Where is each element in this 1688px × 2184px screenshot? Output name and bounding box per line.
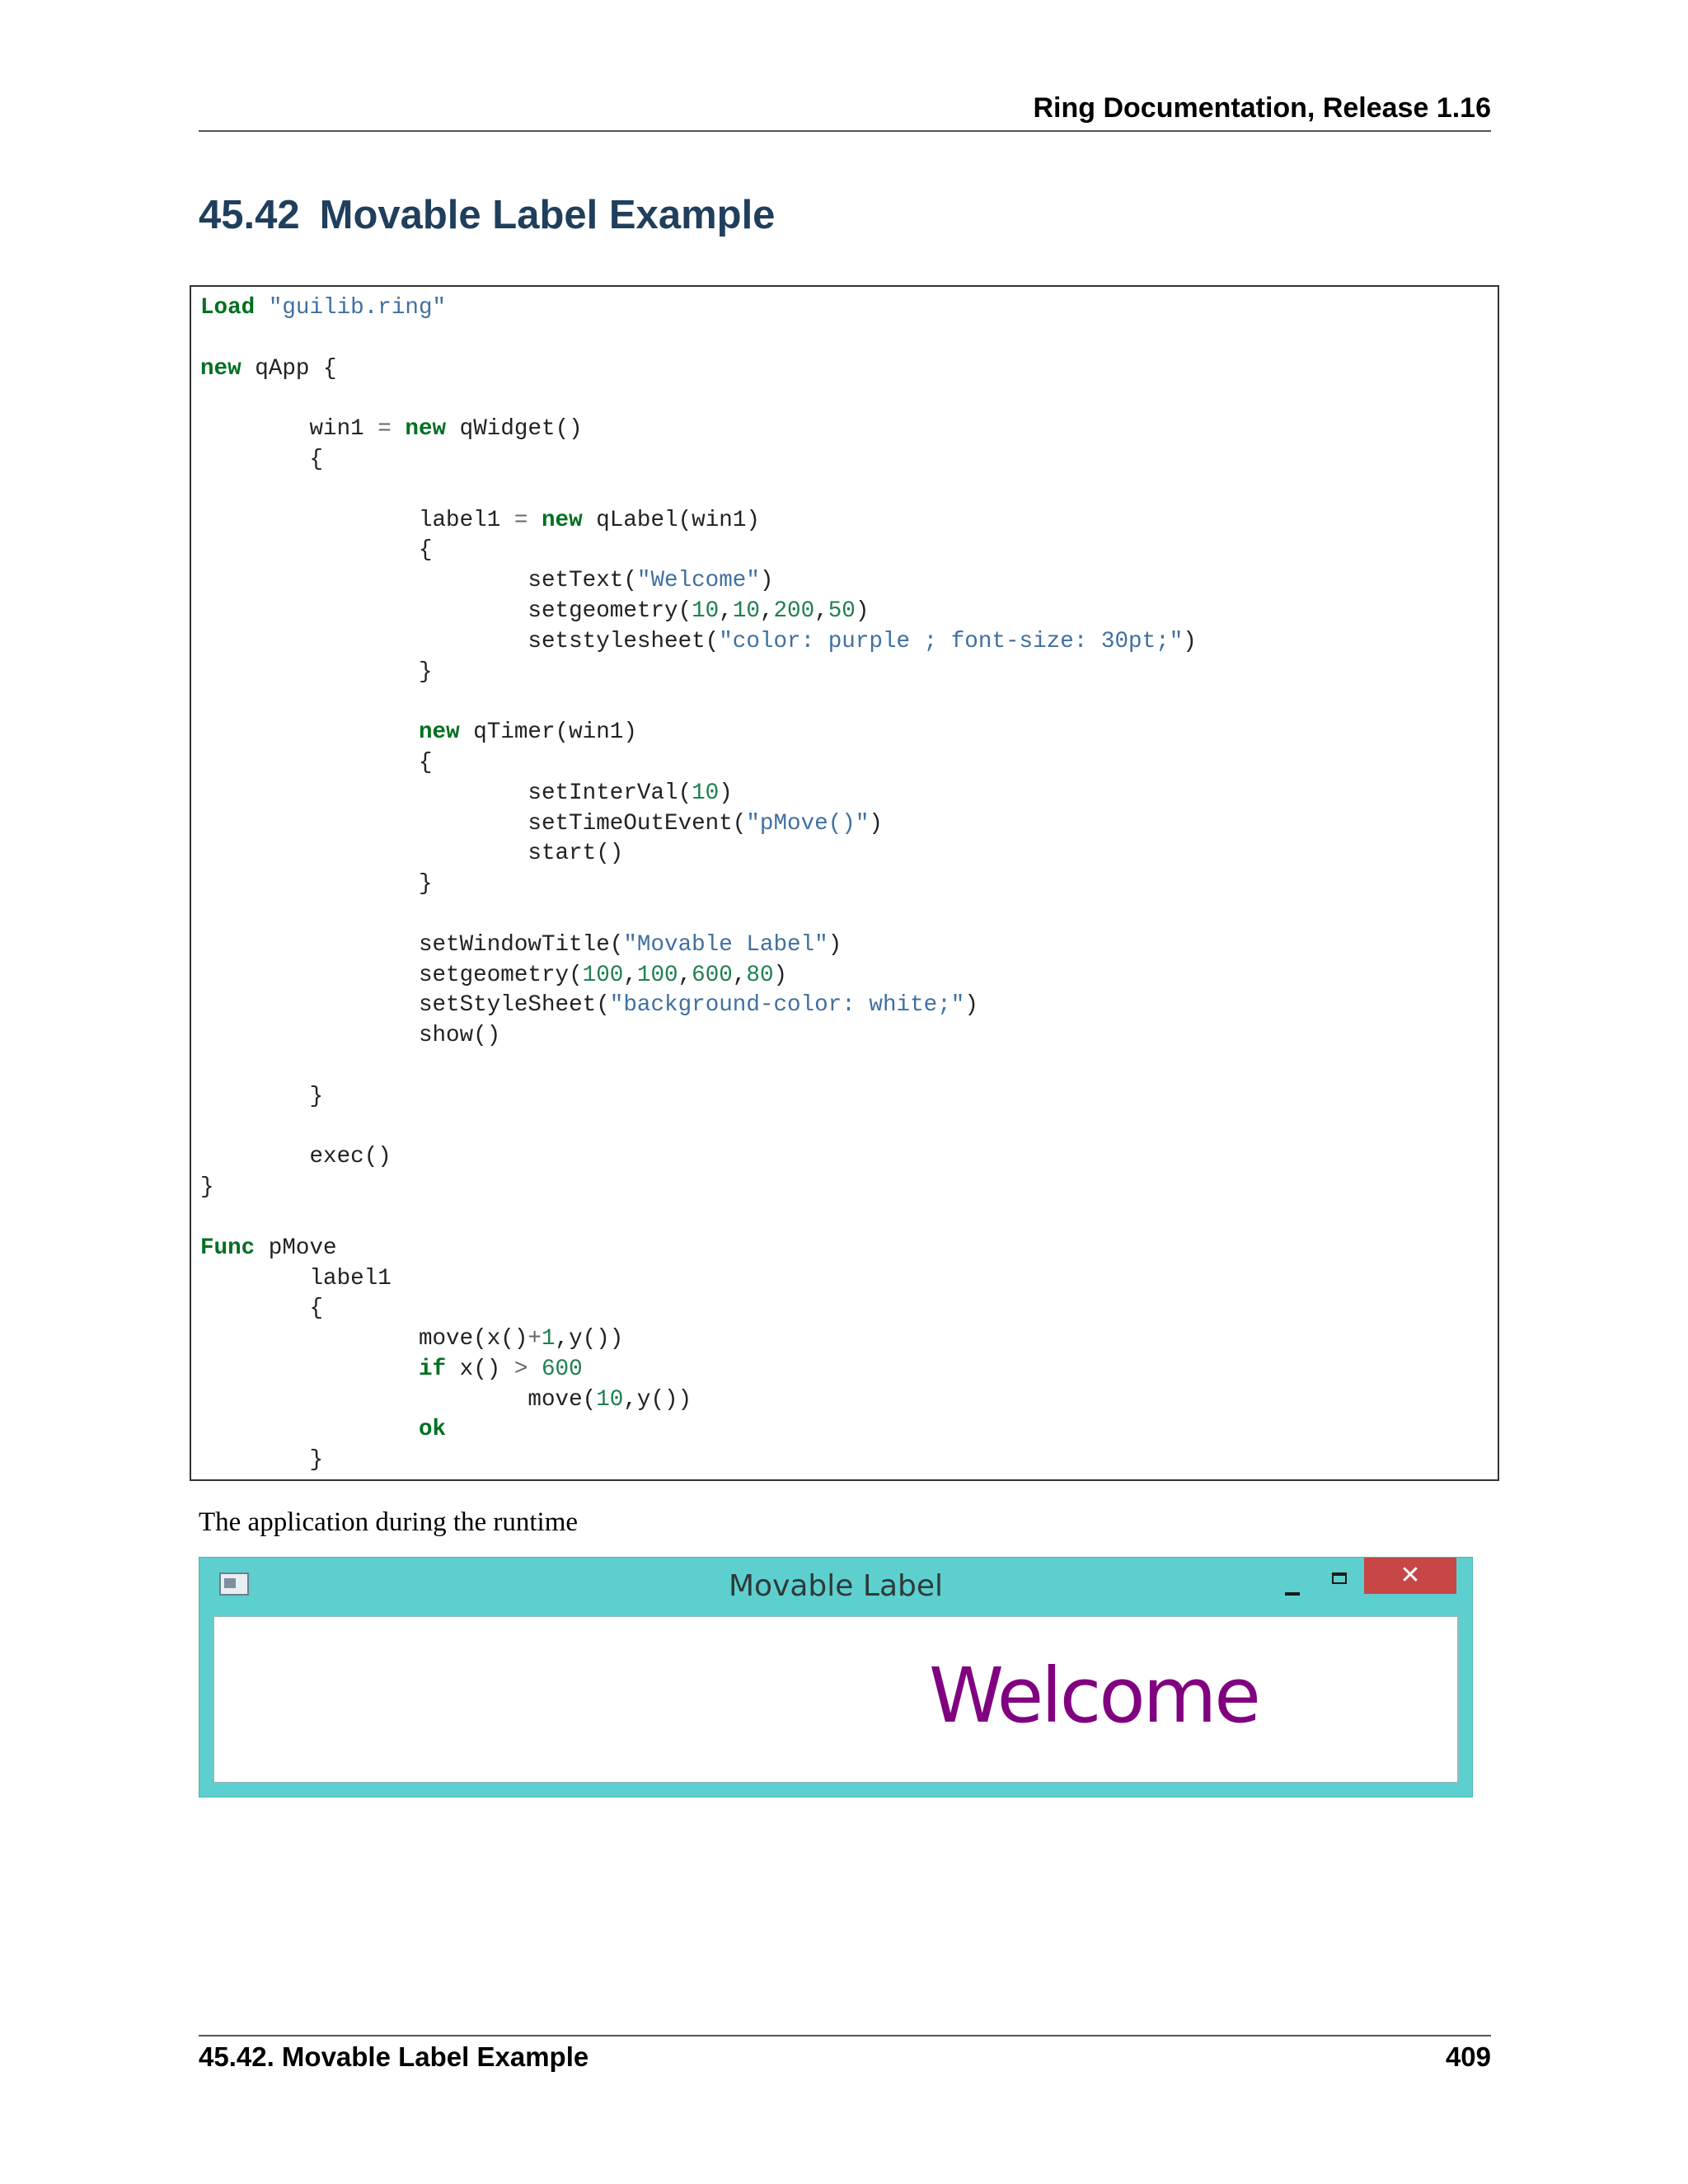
code-line: setTimeOutEvent("pMove()") bbox=[200, 810, 883, 837]
code-line: } bbox=[200, 871, 433, 898]
code-line: setText("Welcome") bbox=[200, 568, 774, 594]
section-title-text: Movable Label Example bbox=[319, 193, 776, 237]
code-line: { bbox=[200, 1296, 324, 1322]
code-line: } bbox=[200, 1083, 324, 1109]
maximize-icon[interactable] bbox=[1322, 1569, 1358, 1594]
code-line: label1 = new qLabel(win1) bbox=[200, 507, 760, 533]
code-line: setgeometry(100,100,600,80) bbox=[200, 962, 788, 988]
code-line: setWindowTitle("Movable Label") bbox=[200, 931, 842, 958]
code-line: { bbox=[200, 749, 433, 776]
code-line: Load "guilib.ring" bbox=[200, 295, 447, 321]
code-line: { bbox=[200, 537, 433, 564]
code-line: setstylesheet("color: purple ; font-size… bbox=[200, 628, 1197, 654]
code-line: if x() > 600 bbox=[418, 1356, 583, 1382]
code-line: Func pMove bbox=[200, 1235, 337, 1261]
code-line: start() bbox=[200, 841, 624, 867]
code-line: setInterVal(10) bbox=[200, 780, 733, 806]
figure-caption: The application during the runtime bbox=[199, 1507, 579, 1537]
code-line: } bbox=[200, 658, 433, 685]
code-line: exec() bbox=[200, 1144, 392, 1170]
close-icon[interactable]: ✕ bbox=[1364, 1558, 1456, 1594]
code-listing: Load "guilib.ring" new qApp { win1 = new… bbox=[200, 293, 1197, 1476]
code-line: } bbox=[200, 1447, 324, 1474]
code-line: setStyleSheet("background-color: white;"… bbox=[200, 992, 978, 1019]
page-number: 409 bbox=[1445, 2041, 1491, 2072]
code-line: move(x()+1,y()) bbox=[200, 1326, 624, 1352]
window-client-area: Welcome bbox=[213, 1615, 1459, 1783]
code-line: { bbox=[200, 446, 324, 472]
footer-rule bbox=[199, 2035, 1491, 2036]
footer-section: 45.42. Movable Label Example bbox=[199, 2041, 589, 2072]
header-rule bbox=[199, 130, 1491, 132]
code-line: } bbox=[200, 1174, 214, 1201]
code-line: ok bbox=[418, 1417, 447, 1443]
code-line: move(10,y()) bbox=[200, 1386, 692, 1413]
code-line: setgeometry(10,10,200,50) bbox=[200, 598, 870, 624]
code-line: show() bbox=[200, 1023, 501, 1049]
code-line: new qApp { bbox=[200, 355, 337, 382]
section-heading: 45.42 Movable Label Example bbox=[199, 192, 775, 238]
code-block: Load "guilib.ring" new qApp { win1 = new… bbox=[190, 285, 1499, 1481]
code-line: win1 = new qWidget() bbox=[200, 416, 583, 443]
header-title: Ring Documentation, Release 1.16 bbox=[1033, 92, 1492, 124]
code-line: label1 bbox=[200, 1265, 392, 1291]
section-number: 45.42 bbox=[199, 193, 300, 237]
welcome-label: Welcome bbox=[929, 1652, 1261, 1740]
code-line: new qTimer(win1) bbox=[418, 719, 637, 746]
minimize-icon[interactable] bbox=[1275, 1577, 1311, 1601]
app-window-screenshot: Movable Label ✕ Welcome bbox=[199, 1557, 1473, 1797]
